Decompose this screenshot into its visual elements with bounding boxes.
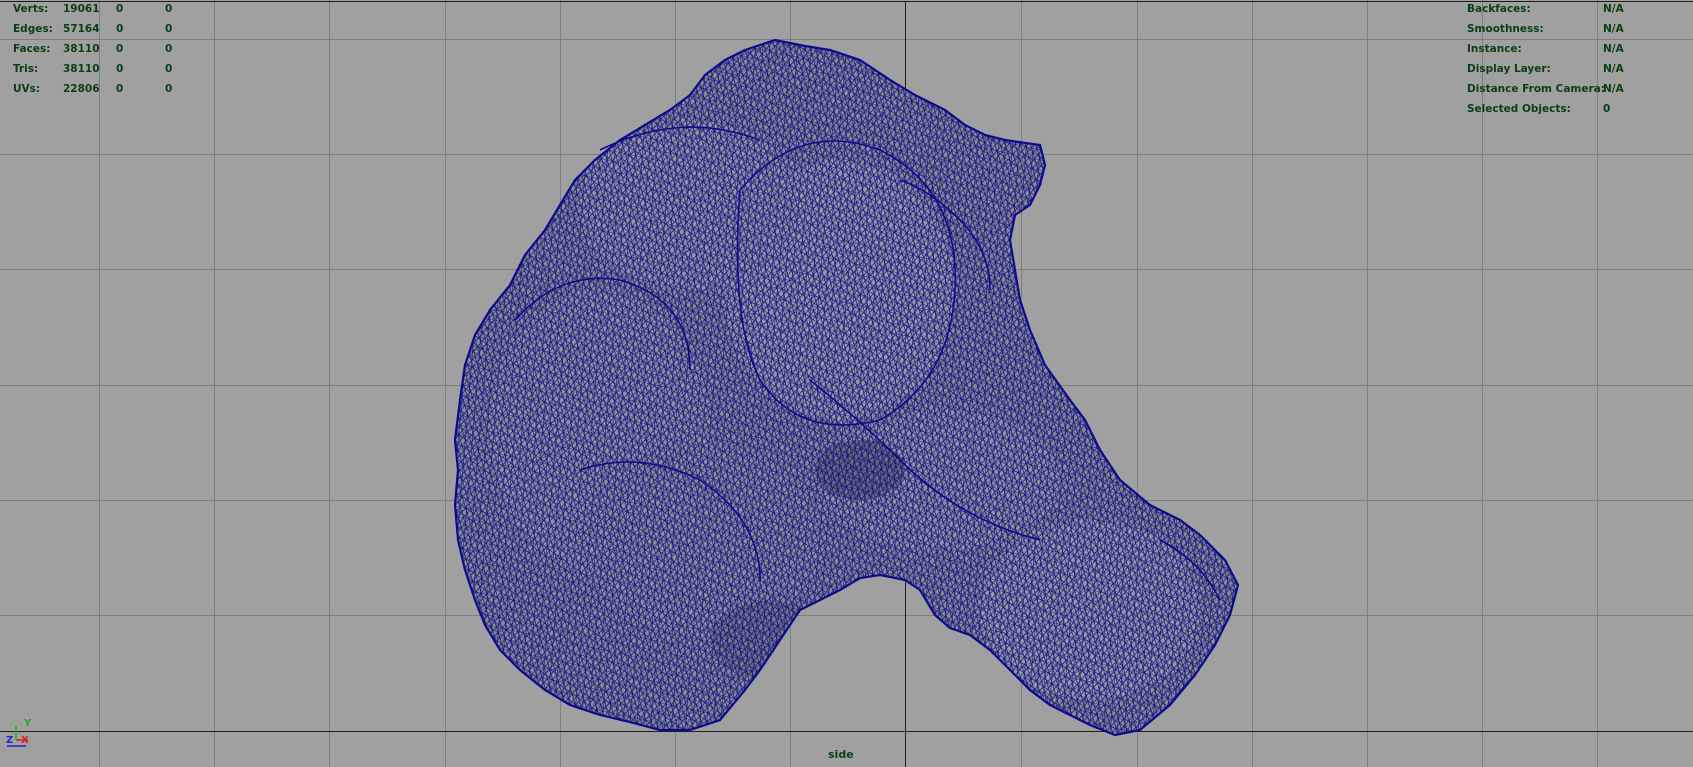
axis-z-label: Z	[6, 735, 13, 746]
hud-value: N/A	[1603, 23, 1624, 35]
hud-label: Smoothness:	[1467, 23, 1544, 35]
hud-label: Edges:	[13, 23, 53, 35]
hud-value-component: 0	[165, 3, 173, 15]
hud-value-selected: 0	[116, 23, 124, 35]
hud-value-selected: 0	[116, 43, 124, 55]
hud-value-object: 57164	[63, 23, 100, 35]
hud-value-component: 0	[165, 43, 173, 55]
hud-row-distance-from-camera: Distance From Camera: N/A	[1467, 79, 1687, 99]
hud-value-object: 38110	[63, 63, 100, 75]
hud-value: N/A	[1603, 83, 1624, 95]
hud-value: N/A	[1603, 43, 1624, 55]
axis-y-label: Y	[23, 718, 32, 729]
hud-label: Backfaces:	[1467, 3, 1531, 15]
hud-value-object: 22806	[63, 83, 100, 95]
hud-label: Display Layer:	[1467, 63, 1551, 75]
hud-label: Distance From Camera:	[1467, 83, 1605, 95]
hud-row-smoothness: Smoothness: N/A	[1467, 19, 1687, 39]
axis-orientation-icon: Y Z X	[6, 718, 32, 747]
side-viewport[interactable]: Verts: 19061 0 0 Edges: 57164 0 0 Faces:…	[0, 0, 1693, 767]
hud-value-object: 19061	[63, 3, 100, 15]
hud-value: N/A	[1603, 63, 1624, 75]
hud-value-component: 0	[165, 83, 173, 95]
hud-value: N/A	[1603, 3, 1624, 15]
broccoli-wireframe-mesh[interactable]	[0, 0, 1693, 767]
hud-value-component: 0	[165, 63, 173, 75]
hud-label: Instance:	[1467, 43, 1522, 55]
hud-label: Selected Objects:	[1467, 103, 1571, 115]
hud-value-selected: 0	[116, 63, 124, 75]
axis-x-label: X	[21, 735, 29, 746]
camera-label: side	[828, 748, 854, 761]
hud-row-display-layer: Display Layer: N/A	[1467, 59, 1687, 79]
hud-label: UVs:	[13, 83, 41, 95]
hud-value: 0	[1603, 103, 1611, 115]
hud-row-selected-objects: Selected Objects: 0	[1467, 99, 1687, 119]
hud-value-selected: 0	[116, 3, 124, 15]
hud-value-component: 0	[165, 23, 173, 35]
hud-label: Verts:	[13, 3, 49, 15]
hud-value-object: 38110	[63, 43, 100, 55]
hud-row-backfaces: Backfaces: N/A	[1467, 0, 1687, 19]
hud-label: Faces:	[13, 43, 51, 55]
hud-value-selected: 0	[116, 83, 124, 95]
hud-label: Tris:	[13, 63, 39, 75]
object-details-hud: Backfaces: N/A Smoothness: N/A Instance:…	[1467, 0, 1687, 119]
hud-row-instance: Instance: N/A	[1467, 39, 1687, 59]
